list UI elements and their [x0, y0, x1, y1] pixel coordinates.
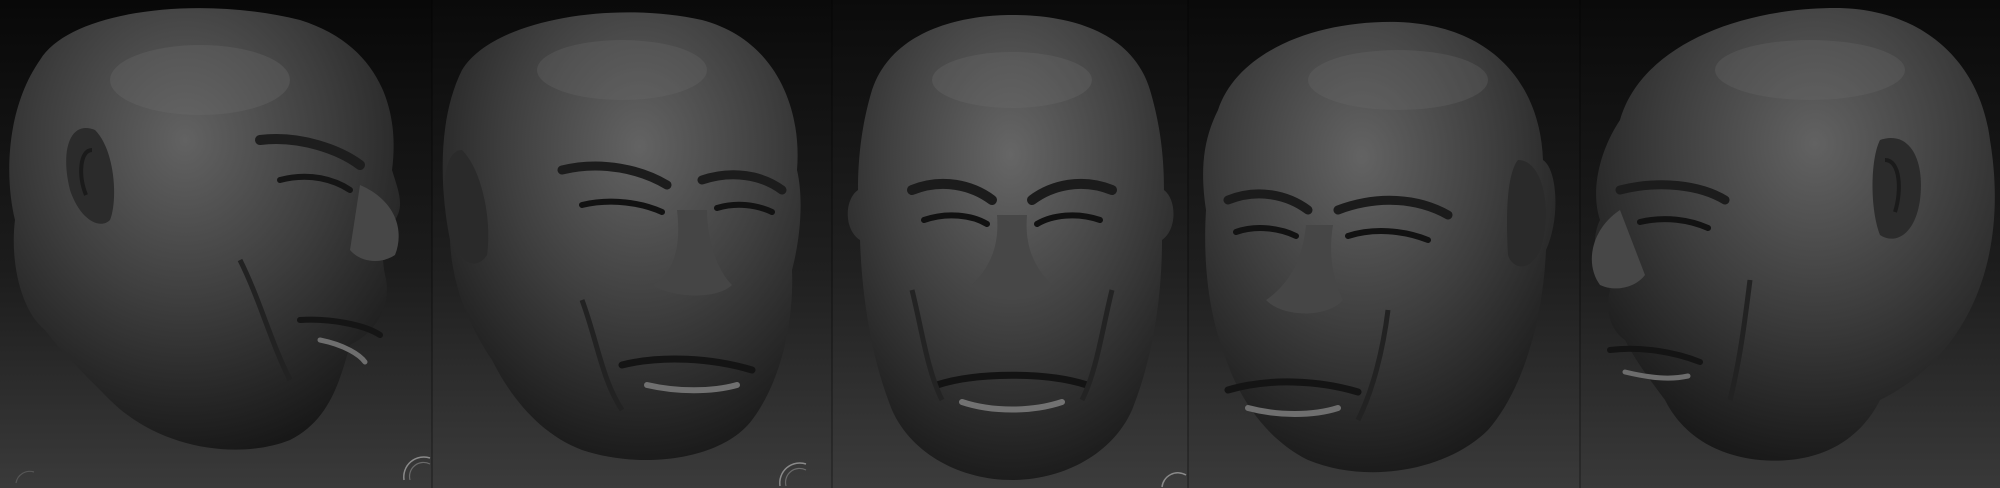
head-render-5	[1580, 0, 2000, 488]
arc-gizmo-icon	[779, 462, 807, 487]
panel-divider	[831, 0, 833, 488]
view-panel-three-quarter-front-right	[432, 0, 832, 488]
view-panel-three-quarter-right	[0, 0, 432, 488]
turnaround-strip	[0, 0, 2000, 488]
panel-divider	[1187, 0, 1189, 488]
head-render-3	[832, 0, 1188, 488]
head-render-2	[432, 0, 832, 488]
view-panel-three-quarter-front-left	[1188, 0, 1580, 488]
head-render-1	[0, 0, 432, 488]
panel-divider	[431, 0, 433, 488]
head-render-4	[1188, 0, 1580, 488]
view-panel-profile-left	[1580, 0, 2000, 488]
view-panel-front	[832, 0, 1188, 488]
arc-gizmo-icon	[1161, 472, 1187, 488]
arc-gizmo-icon	[15, 470, 35, 484]
arc-gizmo-icon	[403, 456, 431, 481]
panel-divider	[1579, 0, 1581, 488]
